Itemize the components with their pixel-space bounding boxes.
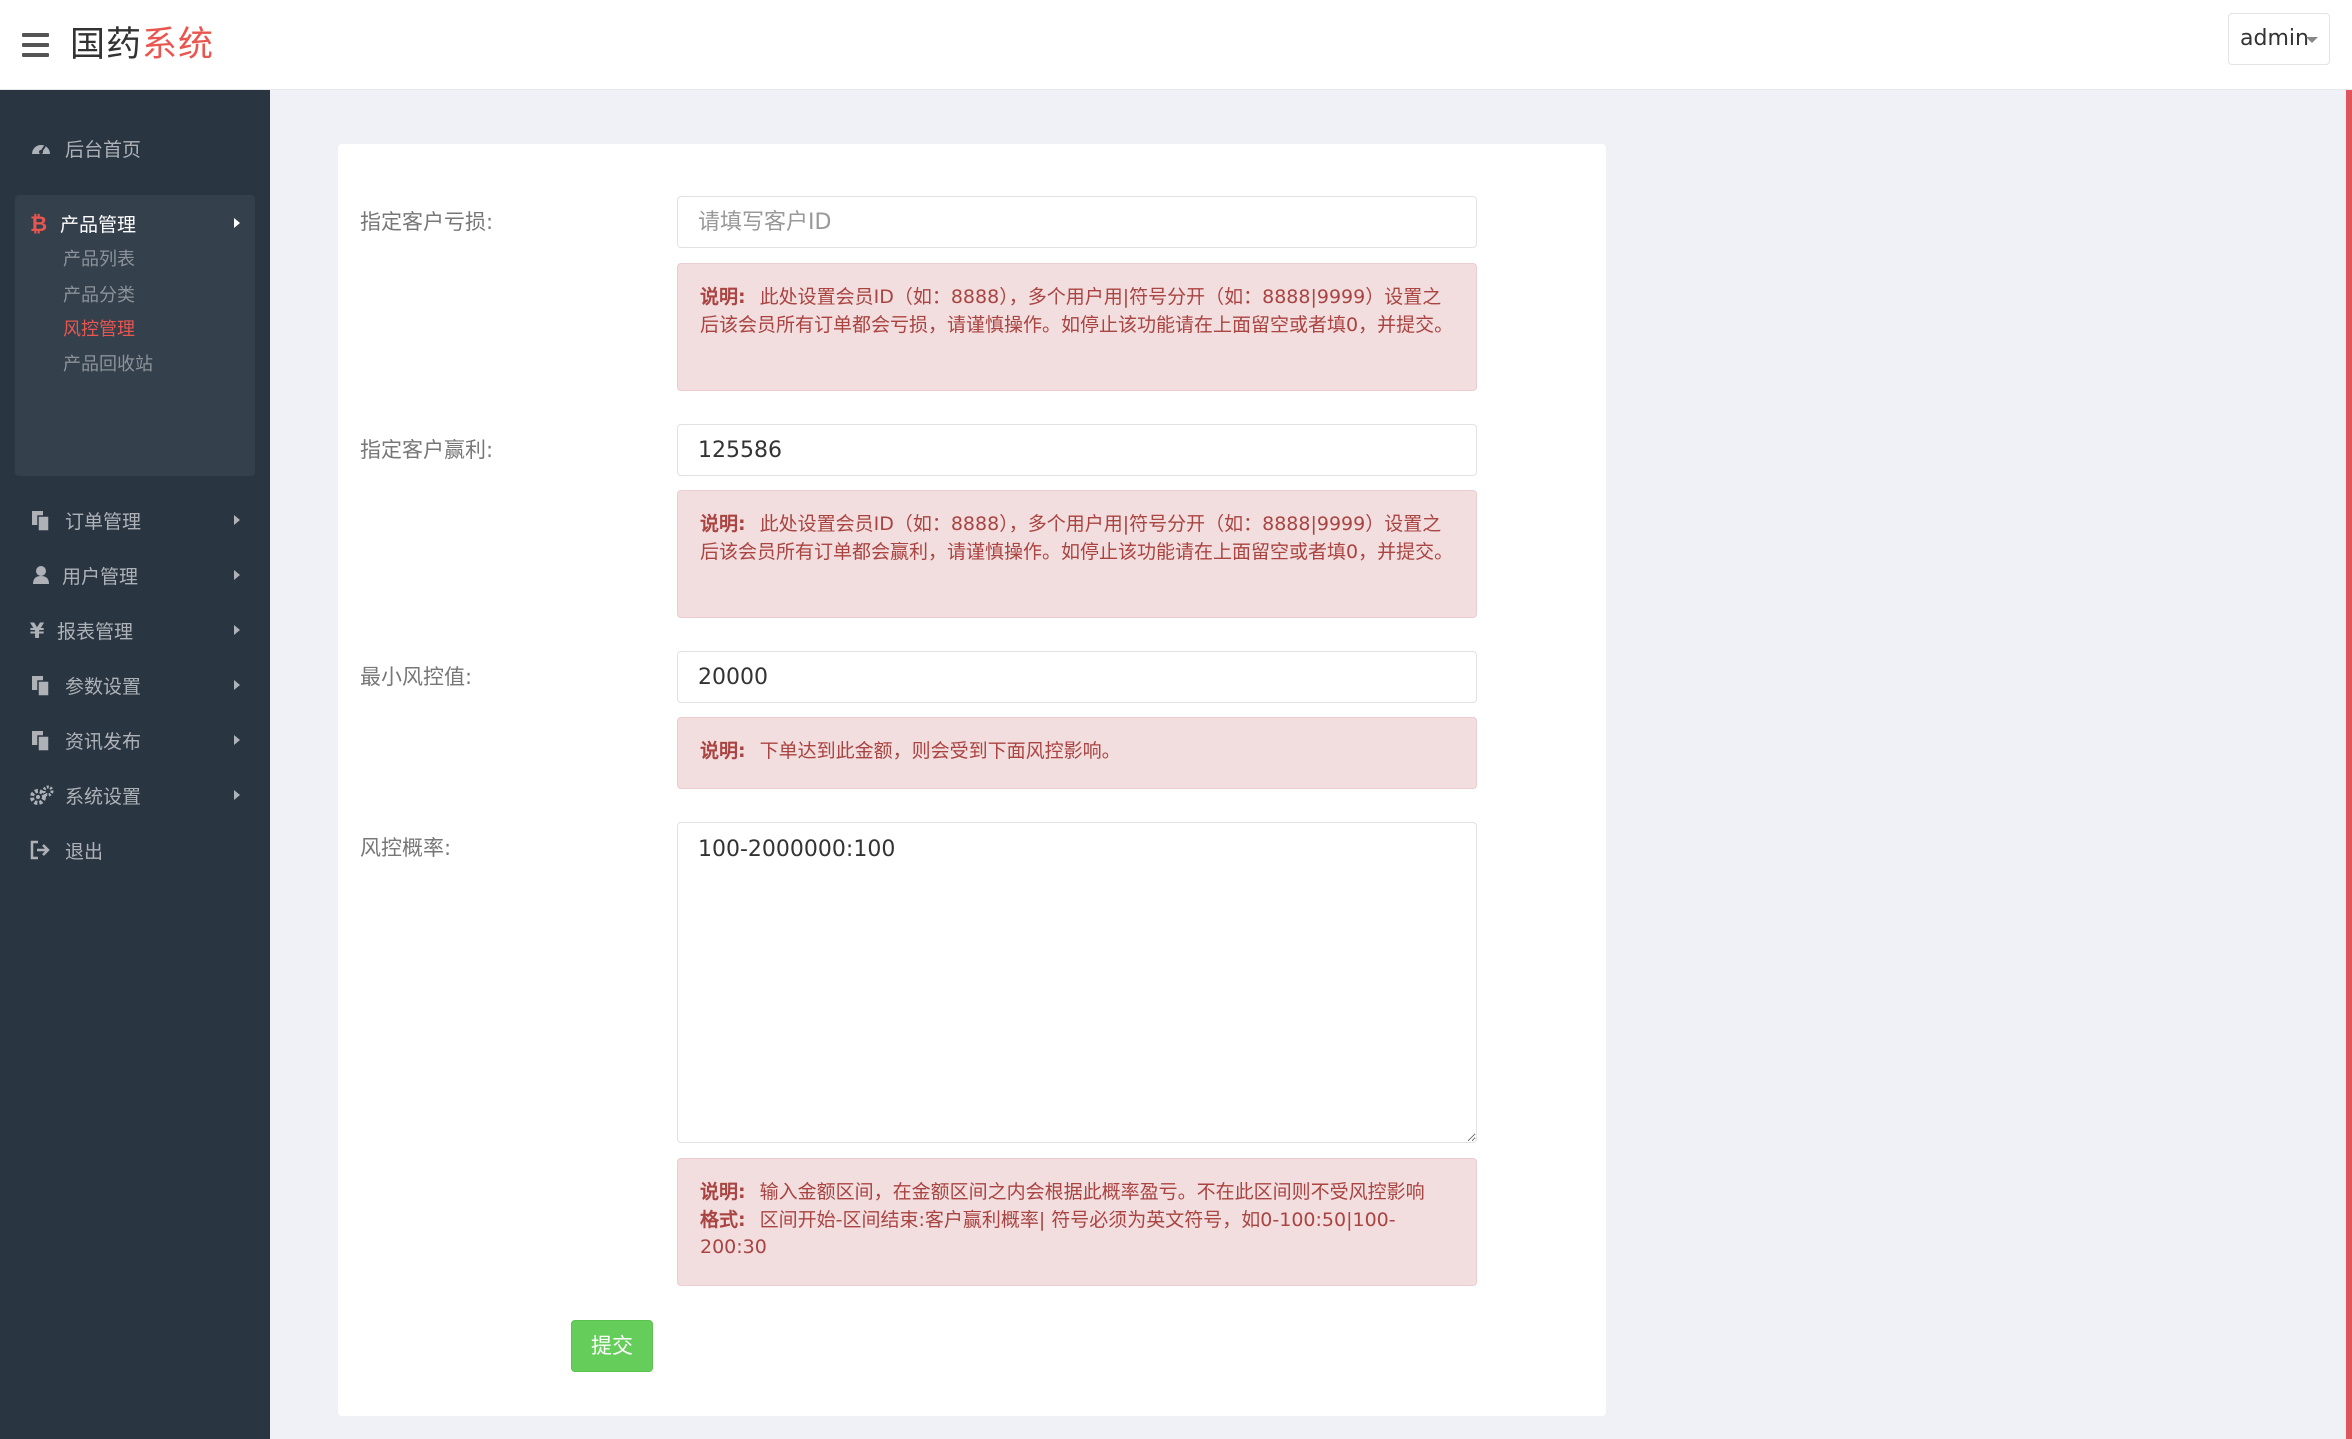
sidebar-item-label: 系统设置 bbox=[65, 786, 142, 808]
sidebar-item-users[interactable]: 用户管理 bbox=[0, 547, 270, 607]
min-risk-value-note: 说明: 下单达到此金额，则会受到下面风控影响。 bbox=[677, 717, 1477, 789]
sidebar-item-orders[interactable]: 订单管理 bbox=[0, 492, 270, 552]
bitcoin-icon: ₿ bbox=[30, 212, 48, 236]
sidebar-item-news[interactable]: 资讯发布 bbox=[0, 712, 270, 772]
loss-customer-label: 指定客户亏损: bbox=[360, 210, 494, 234]
format-text: 区间开始-区间结束:客户赢利概率| 符号必须为英文符号，如0-100:50|10… bbox=[700, 1208, 1396, 1259]
scrollbar-edge bbox=[2346, 90, 2352, 1439]
user-name: admin bbox=[2240, 26, 2309, 51]
note-text: 此处设置会员ID（如：8888），多个用户用|符号分开（如：8888|9999）… bbox=[700, 286, 1454, 336]
sidebar-subitem-product-recycle[interactable]: 产品回收站 bbox=[63, 352, 153, 378]
note-text: 下单达到此金额，则会受到下面风控影响。 bbox=[759, 740, 1121, 762]
sidebar-item-label: 用户管理 bbox=[62, 566, 139, 588]
submit-button[interactable]: 提交 bbox=[571, 1320, 653, 1372]
format-title: 格式: bbox=[700, 1208, 746, 1231]
sidebar-subitem-product-list[interactable]: 产品列表 bbox=[63, 247, 135, 273]
caret-right-icon bbox=[234, 680, 240, 690]
win-customer-label: 指定客户赢利: bbox=[360, 438, 494, 462]
note-title: 说明: bbox=[700, 740, 746, 762]
brand-name-part2: 系统 bbox=[142, 25, 215, 65]
risk-rate-label: 风控概率: bbox=[360, 836, 452, 860]
note-title: 说明: bbox=[700, 286, 746, 308]
top-header: 国药系统 admin bbox=[0, 0, 2352, 90]
caret-right-icon bbox=[234, 790, 240, 800]
loss-customer-note: 说明: 此处设置会员ID（如：8888），多个用户用|符号分开（如：8888|99… bbox=[677, 263, 1477, 391]
sidebar-subitem-product-category[interactable]: 产品分类 bbox=[63, 283, 135, 309]
risk-rate-note: 说明: 输入金额区间，在金额区间之内会根据此概率盈亏。不在此区间则不受风控影响 格… bbox=[677, 1158, 1477, 1286]
sidebar-item-system[interactable]: 系统设置 bbox=[0, 767, 270, 827]
sidebar-subitem-risk-control[interactable]: 风控管理 bbox=[63, 317, 135, 343]
brand-name-part1: 国药 bbox=[70, 25, 143, 65]
sidebar-item-label: 参数设置 bbox=[65, 676, 142, 698]
sidebar-item-label: 资讯发布 bbox=[65, 731, 142, 753]
win-customer-input[interactable] bbox=[677, 424, 1477, 476]
user-icon bbox=[30, 565, 52, 587]
loss-customer-input[interactable] bbox=[677, 196, 1477, 248]
risk-control-form-panel: 指定客户亏损: 说明:此处设置会员ID（如：8888），多个用户用|符号分开（如… bbox=[338, 144, 1606, 1416]
sidebar: 后台首页 ₿ 产品管理 产品列表 产品分类 风控管理 产品回收站 订单管理 用户… bbox=[0, 90, 270, 1439]
sidebar-item-reports[interactable]: ¥ 报表管理 bbox=[0, 602, 270, 662]
note-line: 说明: 输入金额区间，在金额区间之内会根据此概率盈亏。不在此区间则不受风控影响 bbox=[700, 1179, 1454, 1207]
min-risk-value-label: 最小风控值: bbox=[360, 665, 473, 689]
risk-rate-textarea[interactable]: 100-2000000:100 bbox=[677, 822, 1477, 1143]
caret-right-icon bbox=[234, 515, 240, 525]
caret-down-icon bbox=[2306, 37, 2318, 43]
gears-icon bbox=[30, 785, 54, 807]
sidebar-item-label: 订单管理 bbox=[65, 511, 142, 533]
user-menu-button[interactable]: admin bbox=[2228, 13, 2330, 65]
win-customer-note: 说明: 此处设置会员ID（如：8888），多个用户用|符号分开（如：8888|99… bbox=[677, 490, 1477, 618]
caret-right-icon bbox=[234, 570, 240, 580]
brand-logo[interactable]: 国药系统 bbox=[70, 22, 214, 68]
copy-icon bbox=[30, 675, 52, 697]
note-line: 格式: 区间开始-区间结束:客户赢利概率| 符号必须为英文符号，如0-100:50… bbox=[700, 1207, 1454, 1262]
note-title: 说明: bbox=[700, 1181, 746, 1203]
note-text: 此处设置会员ID（如：8888），多个用户用|符号分开（如：8888|9999）… bbox=[700, 513, 1454, 563]
caret-right-icon bbox=[234, 218, 240, 228]
sidebar-item-params[interactable]: 参数设置 bbox=[0, 657, 270, 717]
note-title: 说明: bbox=[700, 513, 746, 535]
min-risk-value-input[interactable] bbox=[677, 651, 1477, 703]
sidebar-item-label: 产品管理 bbox=[60, 214, 137, 236]
sidebar-group-product: ₿ 产品管理 产品列表 产品分类 风控管理 产品回收站 bbox=[15, 195, 255, 476]
copy-icon bbox=[30, 730, 52, 752]
sidebar-item-product[interactable]: ₿ 产品管理 bbox=[15, 195, 255, 255]
menu-toggle-icon[interactable] bbox=[22, 33, 49, 57]
dashboard-icon bbox=[30, 138, 52, 160]
caret-right-icon bbox=[234, 625, 240, 635]
sidebar-item-dashboard[interactable]: 后台首页 bbox=[0, 120, 270, 180]
sidebar-item-label: 后台首页 bbox=[65, 139, 142, 161]
sidebar-item-label: 退出 bbox=[65, 841, 104, 863]
yen-icon: ¥ bbox=[29, 619, 45, 643]
copy-icon bbox=[30, 510, 52, 532]
sign-out-icon bbox=[30, 840, 52, 862]
sidebar-item-label: 报表管理 bbox=[57, 621, 134, 643]
note-text: 输入金额区间，在金额区间之内会根据此概率盈亏。不在此区间则不受风控影响 bbox=[759, 1181, 1425, 1203]
caret-right-icon bbox=[234, 735, 240, 745]
sidebar-item-logout[interactable]: 退出 bbox=[0, 822, 270, 882]
